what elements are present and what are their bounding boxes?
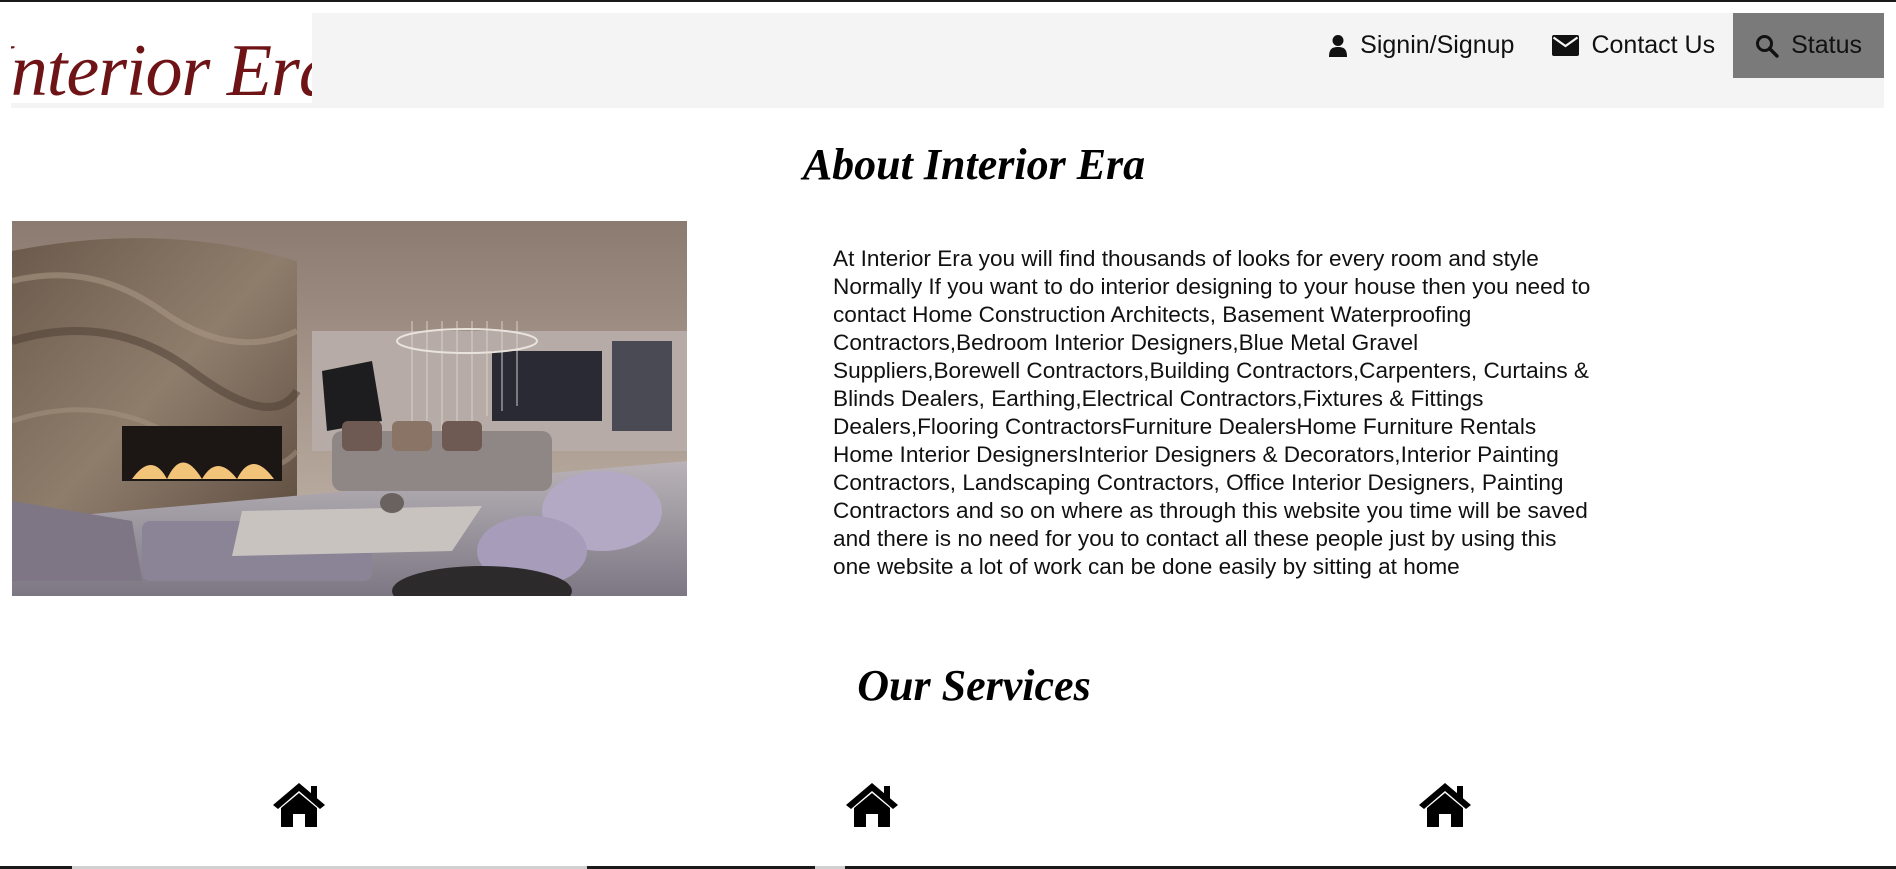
status-link[interactable]: Status — [1733, 13, 1884, 78]
living-room-image — [12, 221, 687, 596]
contact-us-label: Contact Us — [1591, 31, 1716, 59]
search-icon — [1755, 34, 1779, 58]
logo[interactable]: Interior Era — [11, 13, 312, 103]
contact-us-link[interactable]: Contact Us — [1532, 13, 1733, 78]
navbar: Interior Era Signin/Signup Contact Us — [11, 13, 1884, 108]
home-icon — [271, 781, 327, 829]
status-label: Status — [1791, 31, 1862, 59]
svg-text:Interior Era: Interior Era — [11, 30, 312, 103]
about-description: At Interior Era you will find thousands … — [833, 246, 1591, 579]
user-icon — [1328, 34, 1348, 58]
signin-signup-link[interactable]: Signin/Signup — [1308, 13, 1532, 78]
services-title: Our Services — [857, 661, 1091, 710]
signin-signup-label: Signin/Signup — [1360, 31, 1515, 59]
envelope-icon — [1552, 35, 1580, 56]
logo-wordmark: Interior Era — [11, 30, 312, 103]
top-border — [0, 0, 1896, 2]
home-icon — [1417, 781, 1473, 829]
home-icon — [844, 781, 900, 829]
about-title: About Interior Era — [802, 140, 1146, 189]
nav-menu: Signin/Signup Contact Us Status — [1308, 13, 1884, 78]
